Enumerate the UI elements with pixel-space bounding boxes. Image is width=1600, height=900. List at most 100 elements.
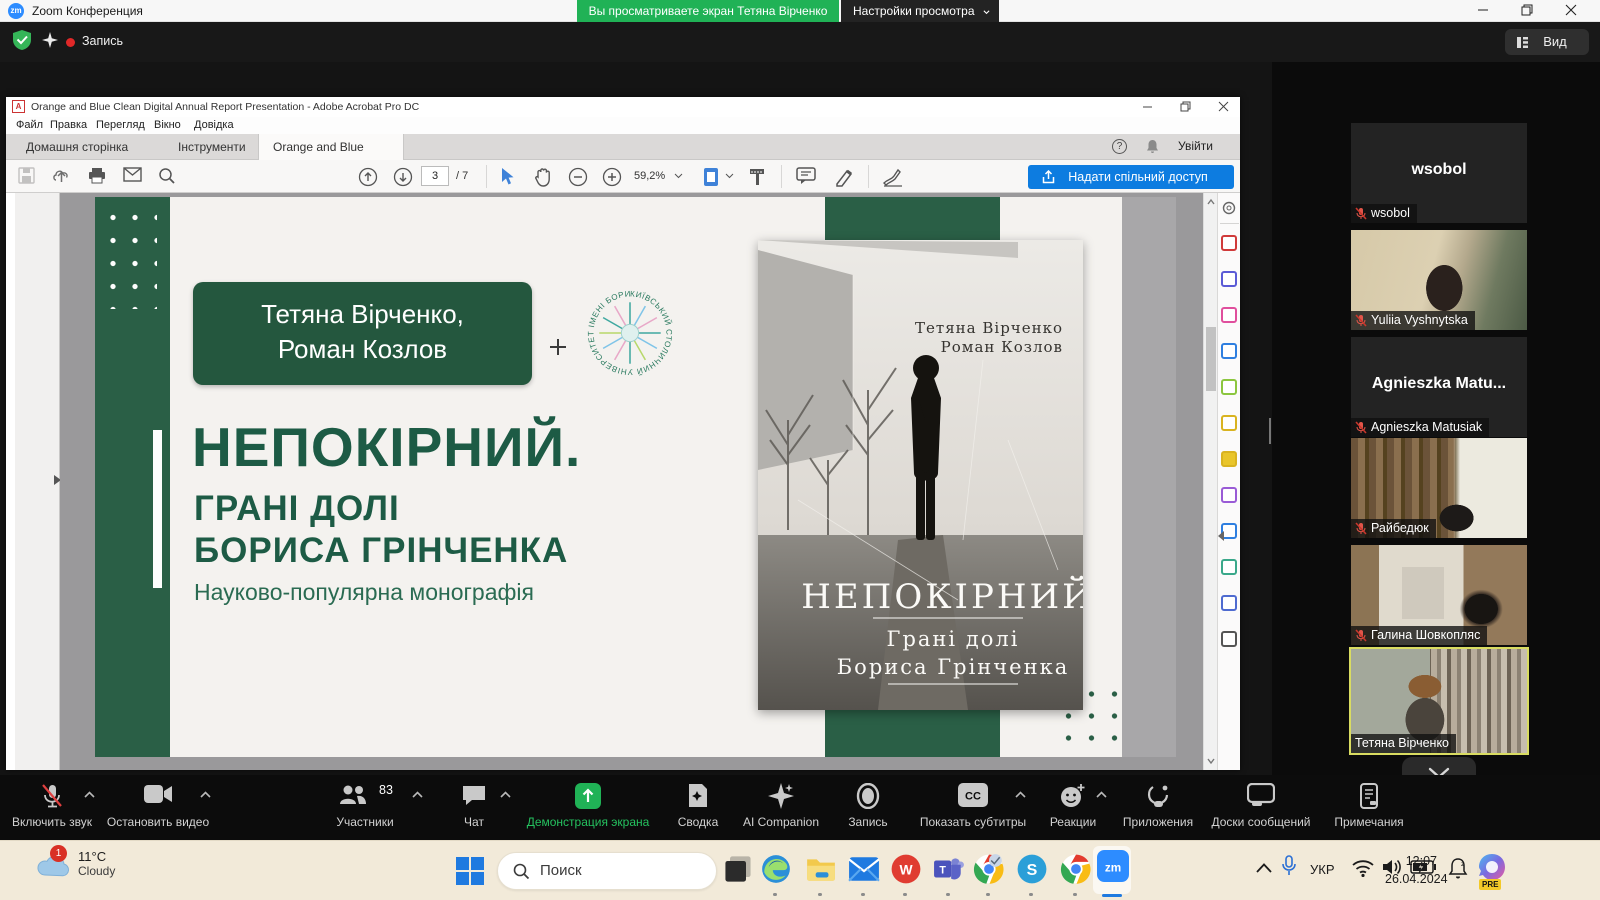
teams-icon[interactable]: T xyxy=(933,853,965,885)
whiteboards-button[interactable]: Доски сообщений xyxy=(1201,775,1321,840)
email-icon[interactable] xyxy=(123,167,142,182)
participant-name: wsobol xyxy=(1351,161,1527,179)
acrobat-restore-button[interactable] xyxy=(1174,101,1196,113)
protect-icon[interactable] xyxy=(1221,595,1237,611)
more-tools-icon[interactable] xyxy=(1221,631,1237,647)
notifications-bell-icon[interactable] xyxy=(1146,139,1159,154)
select-tool-icon[interactable] xyxy=(500,167,516,187)
view-button[interactable]: Вид xyxy=(1505,29,1589,55)
search-icon[interactable] xyxy=(158,167,176,185)
acrobat-share-button[interactable]: Надати спільний доступ xyxy=(1028,165,1234,189)
window-restore-button[interactable] xyxy=(1514,4,1540,18)
copilot-icon[interactable] xyxy=(1478,853,1506,881)
security-shield-icon[interactable] xyxy=(12,29,32,51)
menu-window[interactable]: Вікно xyxy=(154,119,181,131)
hand-tool-icon[interactable] xyxy=(534,167,553,187)
tab-tools[interactable]: Інструменти xyxy=(164,134,260,160)
fill-sign-tool-icon[interactable] xyxy=(882,167,904,187)
menu-help[interactable]: Довідка xyxy=(194,119,234,131)
export-pdf-icon[interactable] xyxy=(1221,343,1237,359)
view-settings-button[interactable]: Настройки просмотра xyxy=(841,0,999,22)
apps-button[interactable]: Приложения xyxy=(1098,775,1218,840)
zoom-in-icon[interactable] xyxy=(602,167,622,187)
notifications-dnd-icon[interactable]: z xyxy=(1448,857,1468,879)
upload-cloud-icon[interactable] xyxy=(52,167,71,184)
screen-share-button[interactable]: Демонстрация экрана xyxy=(528,775,648,840)
chrome-profile-icon[interactable] xyxy=(1060,853,1092,885)
edge-icon[interactable] xyxy=(760,853,792,885)
menu-edit[interactable]: Правка xyxy=(50,119,87,131)
sign-in-link[interactable]: Увійти xyxy=(1178,139,1213,153)
comment-tool-icon[interactable] xyxy=(796,167,816,185)
highlighter-tool-icon[interactable] xyxy=(834,167,854,187)
tab-home[interactable]: Домашня сторінка xyxy=(12,134,142,160)
chrome-icon[interactable] xyxy=(973,853,1005,885)
participant-tile[interactable]: Agnieszka Matu... Agnieszka Matusiak xyxy=(1351,337,1527,437)
mail-icon[interactable] xyxy=(848,853,880,885)
print-icon[interactable] xyxy=(88,167,106,184)
next-page-icon[interactable] xyxy=(393,167,413,187)
record-button[interactable]: Запись xyxy=(808,775,928,840)
chat-chevron-icon[interactable] xyxy=(500,791,511,798)
clock[interactable]: 12:07 26.04.2024 xyxy=(1385,852,1437,888)
search-tools-icon[interactable] xyxy=(1222,201,1237,216)
unmute-button[interactable]: Включить звук xyxy=(0,775,112,840)
stop-video-button[interactable]: Остановить видео xyxy=(98,775,218,840)
toolbar-separator xyxy=(486,165,487,188)
file-explorer-icon[interactable] xyxy=(805,853,837,885)
panel-resize-handle[interactable] xyxy=(1269,418,1271,444)
save-icon[interactable] xyxy=(18,167,35,184)
menu-view[interactable]: Перегляд xyxy=(96,119,145,131)
pdf-scrollbar[interactable] xyxy=(1203,193,1217,770)
zoom-taskbar-icon[interactable]: zm xyxy=(1097,850,1129,882)
taskbar-search[interactable]: Поиск xyxy=(497,852,717,890)
previous-page-icon[interactable] xyxy=(358,167,378,187)
scroll-down-icon[interactable] xyxy=(1206,756,1216,766)
participant-tile[interactable]: Галина Шовкопляс xyxy=(1351,545,1527,645)
participant-tile-active-speaker[interactable]: Тетяна Вірченко xyxy=(1351,649,1527,753)
chat-icon xyxy=(461,783,487,807)
comment-panel-icon[interactable] xyxy=(1221,451,1237,467)
page-number-input[interactable]: 3 xyxy=(421,166,449,186)
combine-files-icon[interactable] xyxy=(1221,271,1237,287)
edit-pdf-icon[interactable] xyxy=(1221,379,1237,395)
scrollbar-thumb[interactable] xyxy=(1206,327,1216,391)
request-signatures-icon[interactable] xyxy=(1221,415,1237,431)
tab-document[interactable]: Orange and Blue Cl...✕ xyxy=(258,134,404,160)
skype-icon[interactable]: S xyxy=(1016,853,1048,885)
acrobat-close-button[interactable] xyxy=(1212,101,1234,113)
tray-expand-chevron-icon[interactable] xyxy=(1256,863,1272,873)
chat-button[interactable]: Чат xyxy=(414,775,534,840)
tray-mic-icon[interactable] xyxy=(1282,855,1296,877)
stamp-icon[interactable] xyxy=(1221,559,1237,575)
camera-icon xyxy=(143,783,173,805)
organize-pages-icon[interactable] xyxy=(1221,307,1237,323)
fit-page-icon[interactable] xyxy=(703,167,721,187)
task-view-icon[interactable] xyxy=(722,853,754,885)
participants-button[interactable]: 83 Участники xyxy=(305,775,425,840)
scroll-up-icon[interactable] xyxy=(1206,197,1216,207)
ruler-tool-icon[interactable] xyxy=(748,167,766,187)
draw-icon[interactable] xyxy=(1221,487,1237,503)
language-indicator[interactable]: УКР xyxy=(1310,862,1335,877)
tools-collapse-icon[interactable] xyxy=(1218,531,1224,541)
create-pdf-icon[interactable] xyxy=(1221,235,1237,251)
wifi-icon[interactable] xyxy=(1352,859,1374,877)
help-icon[interactable]: ? xyxy=(1112,139,1127,154)
participant-tile[interactable]: Yuliia Vyshnytska xyxy=(1351,230,1527,330)
notes-button[interactable]: Примечания xyxy=(1309,775,1429,840)
weather-widget[interactable]: 1 11°C Cloudy xyxy=(36,849,115,878)
mic-options-chevron-icon[interactable] xyxy=(84,791,95,798)
participant-tile[interactable]: Райбедюк xyxy=(1351,438,1527,538)
zoom-level-select[interactable]: 59,2% xyxy=(634,170,665,182)
zoom-out-icon[interactable] xyxy=(568,167,588,187)
wps-office-icon[interactable]: W xyxy=(890,853,922,885)
window-minimize-button[interactable] xyxy=(1470,4,1496,18)
start-button[interactable] xyxy=(456,857,484,885)
sparkle-icon[interactable] xyxy=(42,32,58,48)
acrobat-minimize-button[interactable] xyxy=(1136,101,1158,113)
menu-file[interactable]: Файл xyxy=(16,119,43,131)
window-close-button[interactable] xyxy=(1558,4,1584,18)
participant-tile[interactable]: wsobol wsobol xyxy=(1351,123,1527,223)
video-options-chevron-icon[interactable] xyxy=(200,791,211,798)
